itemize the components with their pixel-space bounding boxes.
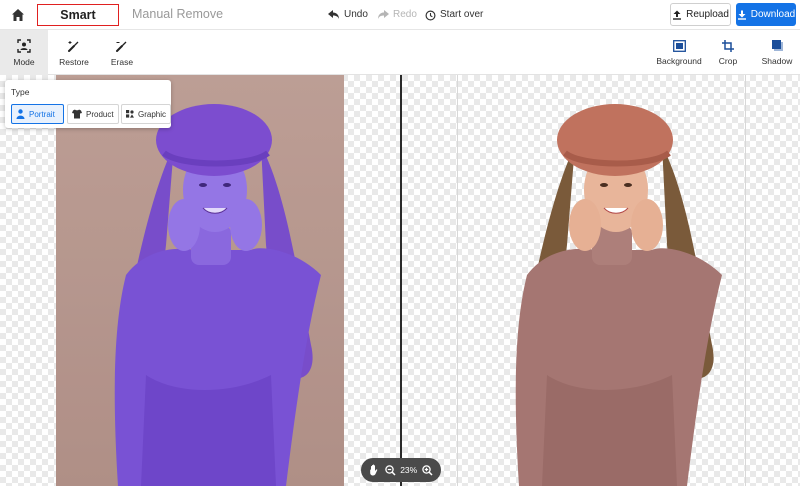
redo-label: Redo <box>393 9 417 20</box>
type-option-product[interactable]: Product <box>67 104 119 124</box>
download-button[interactable]: Download <box>736 3 796 26</box>
crop-tool-button[interactable]: Crop <box>713 30 743 75</box>
crop-label: Crop <box>718 55 738 66</box>
result-cutout-photo <box>457 75 745 486</box>
pan-hand-button[interactable] <box>369 464 380 476</box>
zoom-level: 23% <box>400 465 418 475</box>
shadow-label: Shadow <box>761 56 793 66</box>
redo-button[interactable]: Redo <box>377 7 417 23</box>
type-selector-panel: Type Portrait Product Graphic <box>5 80 171 128</box>
start-over-label: Start over <box>440 9 484 20</box>
upload-icon <box>673 10 682 20</box>
undo-icon <box>328 10 339 19</box>
reupload-label: Reupload <box>686 9 729 20</box>
shapes-icon <box>126 110 134 118</box>
undo-button[interactable]: Undo <box>328 7 368 23</box>
type-option-product-label: Product <box>86 109 114 119</box>
hand-icon <box>370 464 378 476</box>
erase-tool-button[interactable]: Erase <box>104 30 140 75</box>
zoom-out-button[interactable] <box>384 464 396 476</box>
erase-brush-icon <box>116 41 127 52</box>
tab-smart-remove[interactable]: Smart Remove <box>37 4 119 42</box>
history-icon <box>425 10 436 20</box>
zoom-control: 23% <box>361 458 441 482</box>
type-option-graphic-label: Graphic <box>137 109 166 119</box>
result-frame-right-edge <box>745 75 746 486</box>
shadow-icon <box>771 40 783 51</box>
background-label: Background <box>656 55 702 66</box>
zoom-in-icon <box>421 464 433 476</box>
mode-tool-button[interactable]: Mode <box>0 30 48 75</box>
shirt-icon <box>72 109 82 119</box>
tab-manual-remove[interactable]: Manual Remove <box>132 4 223 26</box>
redo-icon <box>378 10 389 19</box>
editing-canvas[interactable]: Type Portrait Product Graphic <box>0 75 800 486</box>
top-bar: Smart Remove Manual Remove Undo Redo Sta… <box>0 0 800 42</box>
download-icon <box>737 10 746 20</box>
erase-label: Erase <box>110 56 134 67</box>
restore-tool-button[interactable]: Restore <box>54 30 94 75</box>
mode-icon <box>17 38 31 53</box>
download-label: Download <box>750 9 796 20</box>
restore-brush-icon <box>68 40 79 52</box>
undo-label: Undo <box>344 9 368 20</box>
zoom-in-button[interactable] <box>421 464 433 476</box>
type-panel-label: Type <box>11 87 30 97</box>
zoom-out-icon <box>384 464 396 476</box>
home-icon <box>12 9 24 21</box>
background-icon <box>672 39 686 52</box>
comparison-divider[interactable] <box>400 75 402 486</box>
edit-toolbar: Mode Restore Erase Background Crop Shado… <box>0 30 800 75</box>
restore-label: Restore <box>59 56 89 67</box>
mode-label: Mode <box>13 56 35 67</box>
original-photo-with-mask <box>56 75 344 486</box>
type-option-portrait[interactable]: Portrait <box>11 104 64 124</box>
start-over-button[interactable]: Start over <box>425 7 483 23</box>
reupload-button[interactable]: Reupload <box>670 3 731 26</box>
background-tool-button[interactable]: Background <box>656 30 702 75</box>
person-icon <box>16 109 25 119</box>
crop-icon <box>722 39 734 52</box>
home-button[interactable] <box>8 5 28 25</box>
shadow-tool-button[interactable]: Shadow <box>759 30 795 75</box>
type-option-graphic[interactable]: Graphic <box>121 104 171 124</box>
type-option-portrait-label: Portrait <box>29 109 55 119</box>
